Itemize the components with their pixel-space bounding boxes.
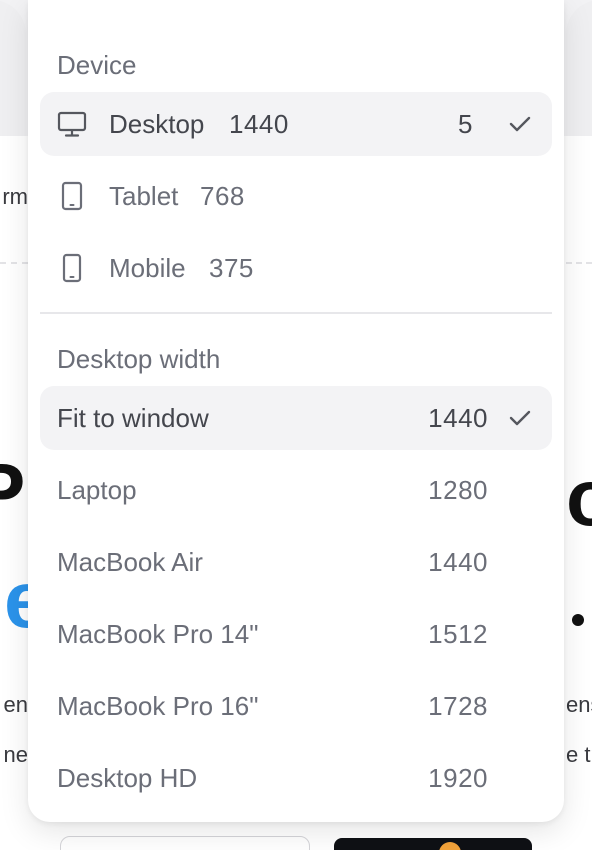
page-headline-dot: [572, 614, 584, 626]
page-tab-right[interactable]: [566, 0, 592, 136]
device-width-dropdown: Device Desktop 1440 5 Tablet 768 Mobile …: [28, 0, 564, 822]
page-body-fragment: en: [3, 692, 28, 717]
width-option-fit-to-window[interactable]: Fit to window 1440: [40, 386, 552, 450]
device-option-size: 768: [200, 181, 245, 211]
menu-divider: [40, 312, 552, 314]
width-option-value: 1920: [428, 763, 488, 793]
width-option-macbook-air[interactable]: MacBook Air 1440: [40, 530, 552, 594]
page-text-fragment: rm: [2, 184, 28, 209]
width-option-macbook-pro-14[interactable]: MacBook Pro 14" 1512: [40, 602, 552, 666]
width-option-value: 1728: [428, 691, 488, 721]
width-section-label: Desktop width: [57, 344, 221, 374]
monitor-icon: [57, 111, 87, 137]
width-option-value: 1440: [428, 403, 488, 433]
page-dashed-divider-right: [566, 262, 592, 264]
page-headline-accent: e: [4, 560, 28, 640]
width-option-label: Fit to window: [57, 403, 209, 433]
device-option-label: Desktop: [109, 109, 205, 139]
page-tab-left[interactable]: [0, 0, 26, 136]
width-option-label: MacBook Air: [57, 547, 203, 577]
width-option-macbook-pro-16[interactable]: MacBook Pro 16" 1728: [40, 674, 552, 738]
width-option-desktop-hd[interactable]: Desktop HD 1920: [40, 746, 552, 810]
device-option-mobile[interactable]: Mobile 375: [40, 236, 552, 300]
device-option-desktop[interactable]: Desktop 1440 5: [40, 92, 552, 156]
page-body-fragment: ne: [3, 742, 28, 767]
check-icon: [509, 116, 531, 132]
page-secondary-button[interactable]: [60, 836, 310, 850]
width-option-label: MacBook Pro 16": [57, 691, 259, 721]
device-option-label: Tablet: [109, 181, 179, 211]
page-body-fragment: ens: [566, 692, 592, 717]
check-icon: [509, 410, 531, 426]
mobile-icon: [62, 253, 82, 283]
device-option-size: 1440: [229, 109, 289, 139]
page-headline-left: P: [0, 452, 28, 532]
page-primary-button[interactable]: [334, 838, 532, 850]
width-option-laptop[interactable]: Laptop 1280: [40, 458, 552, 522]
device-option-label: Mobile: [109, 253, 186, 283]
width-option-label: Desktop HD: [57, 763, 198, 793]
width-option-value: 1512: [428, 619, 488, 649]
width-option-label: MacBook Pro 14": [57, 619, 259, 649]
page-dashed-divider-left: [0, 262, 28, 264]
device-section-label: Device: [57, 50, 137, 80]
screen: rm P or e en ne ens e tr Device Desktop …: [0, 0, 592, 850]
page-body-fragment: e tr: [566, 742, 592, 767]
device-option-tablet[interactable]: Tablet 768: [40, 164, 552, 228]
device-option-count: 5: [458, 109, 473, 139]
page-headline-right: or: [566, 458, 592, 538]
width-option-label: Laptop: [57, 475, 137, 505]
width-option-value: 1440: [428, 547, 488, 577]
width-option-value: 1280: [428, 475, 488, 505]
device-option-size: 375: [209, 253, 254, 283]
tablet-icon: [61, 181, 83, 211]
